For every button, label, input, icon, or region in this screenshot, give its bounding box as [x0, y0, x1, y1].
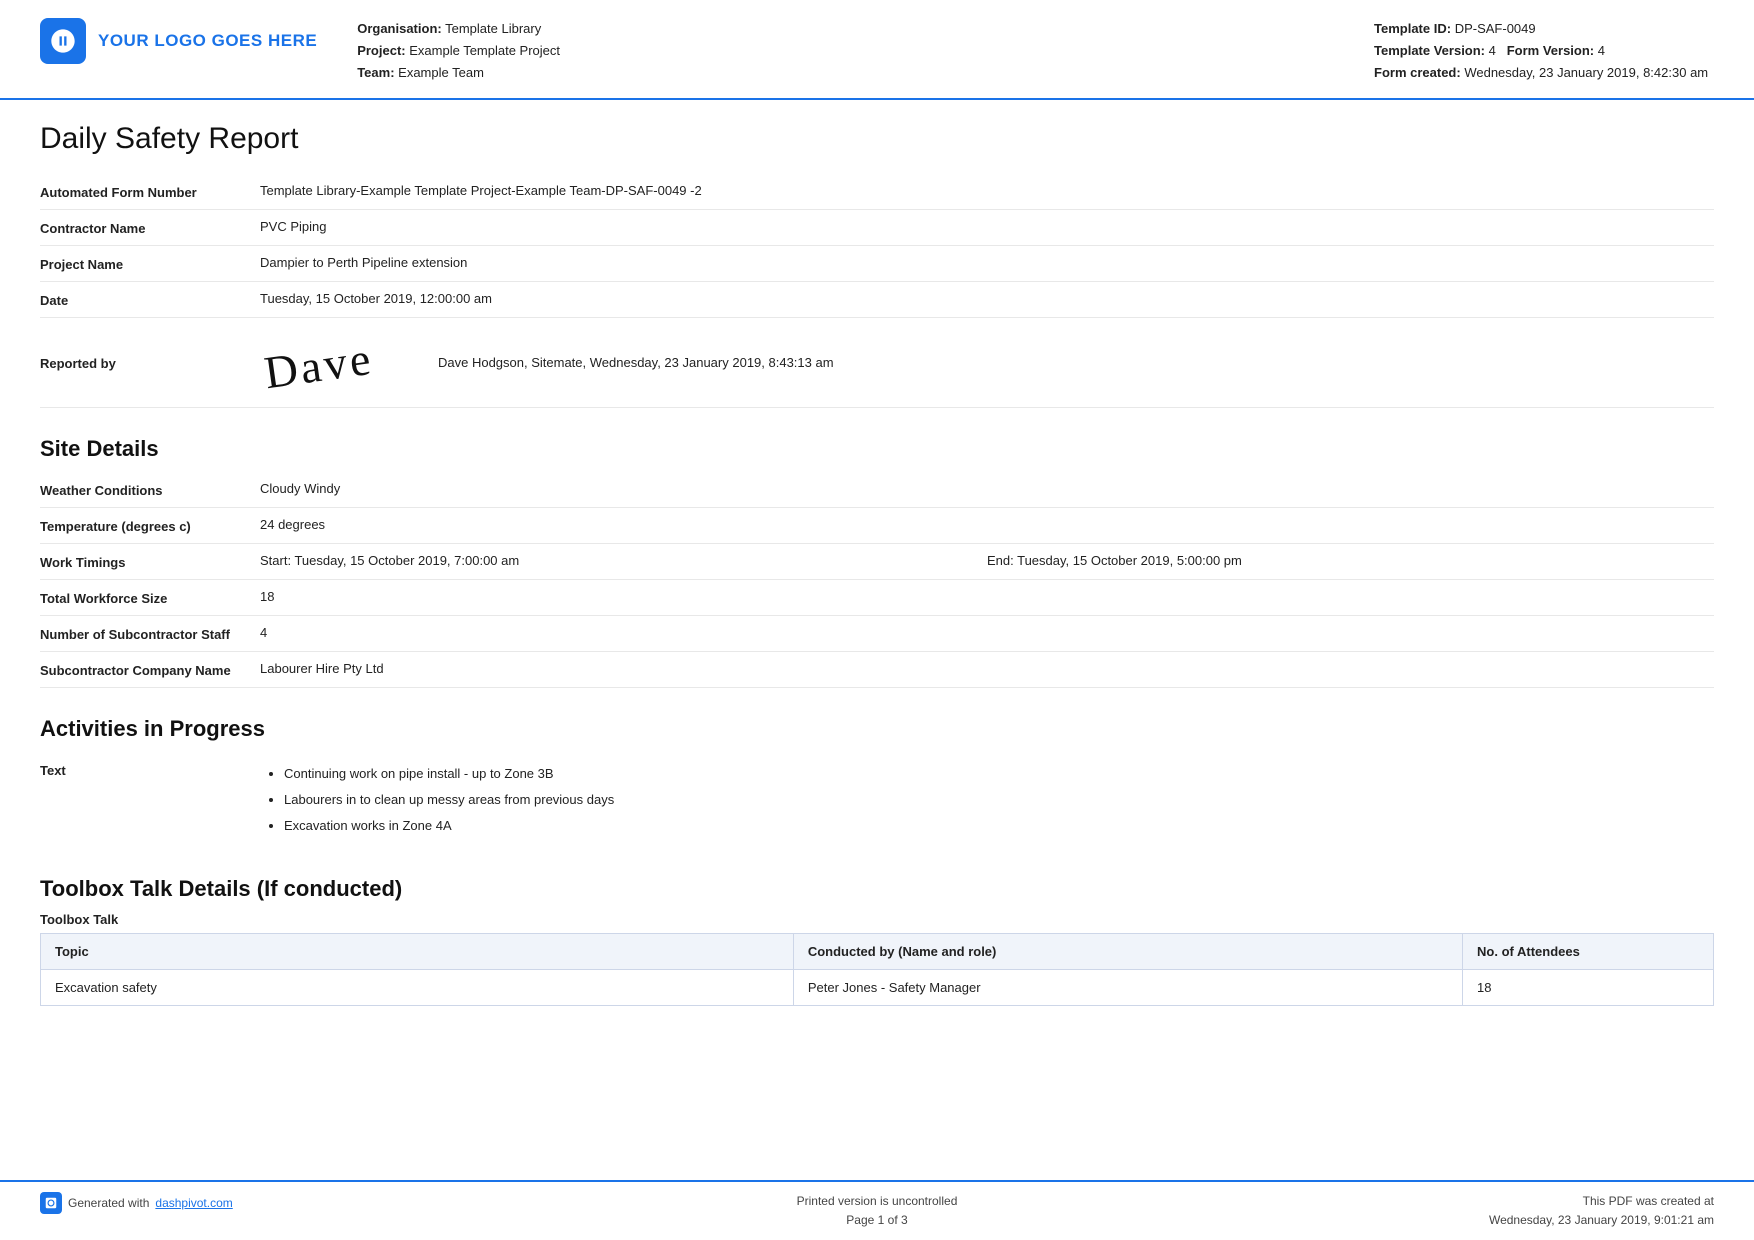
subcontractor-company-label: Subcontractor Company Name	[40, 661, 260, 678]
col-attendees: No. of Attendees	[1463, 934, 1714, 970]
reported-by-value: Dave Hodgson, Sitemate, Wednesday, 23 Ja…	[438, 355, 834, 370]
col-conducted-by: Conducted by (Name and role)	[793, 934, 1462, 970]
header-team: Team: Example Team	[357, 62, 1374, 84]
logo-icon	[40, 18, 86, 64]
subcontractor-staff-value: 4	[260, 625, 1714, 640]
work-timings-label: Work Timings	[40, 553, 260, 570]
activity-item-1: Continuing work on pipe install - up to …	[284, 761, 614, 787]
project-name-label: Project Name	[40, 255, 260, 272]
weather-label: Weather Conditions	[40, 481, 260, 498]
date-value: Tuesday, 15 October 2019, 12:00:00 am	[260, 291, 1714, 306]
total-workforce-label: Total Workforce Size	[40, 589, 260, 606]
contractor-label: Contractor Name	[40, 219, 260, 236]
footer-right: This PDF was created at Wednesday, 23 Ja…	[1156, 1192, 1714, 1230]
footer-uncontrolled: Printed version is uncontrolled	[598, 1192, 1156, 1211]
form-version-label: Form Version:	[1507, 43, 1594, 58]
activities-row: Text Continuing work on pipe install - u…	[40, 752, 1714, 848]
logo-text: YOUR LOGO GOES HERE	[98, 31, 317, 51]
footer-generated-text: Generated with	[68, 1196, 149, 1210]
template-id-label: Template ID:	[1374, 21, 1451, 36]
header-center: Organisation: Template Library Project: …	[317, 18, 1374, 84]
project-name-value: Dampier to Perth Pipeline extension	[260, 255, 1714, 270]
footer: Generated with dashpivot.com Printed ver…	[0, 1180, 1754, 1240]
project-value: Example Template Project	[409, 43, 560, 58]
work-timings-end: End: Tuesday, 15 October 2019, 5:00:00 p…	[987, 553, 1714, 568]
subcontractor-company-value: Labourer Hire Pty Ltd	[260, 661, 1714, 676]
row-conducted-by: Peter Jones - Safety Manager	[793, 970, 1462, 1006]
toolbox-table-label: Toolbox Talk	[40, 912, 1714, 927]
template-id-value: DP-SAF-0049	[1455, 21, 1536, 36]
header-organisation: Organisation: Template Library	[357, 18, 1374, 40]
row-attendees: 18	[1463, 970, 1714, 1006]
subcontractor-company-row: Subcontractor Company Name Labourer Hire…	[40, 652, 1714, 688]
form-created-label: Form created:	[1374, 65, 1461, 80]
work-timings-row: Work Timings Start: Tuesday, 15 October …	[40, 544, 1714, 580]
project-row: Project Name Dampier to Perth Pipeline e…	[40, 246, 1714, 282]
date-label: Date	[40, 291, 260, 308]
activities-title: Activities in Progress	[40, 716, 1714, 742]
form-created-value: Wednesday, 23 January 2019, 8:42:30 am	[1464, 65, 1708, 80]
footer-logo-svg	[44, 1196, 58, 1210]
work-timings-values: Start: Tuesday, 15 October 2019, 7:00:00…	[260, 553, 1714, 568]
footer-left: Generated with dashpivot.com	[40, 1192, 598, 1214]
footer-page: Page 1 of 3	[598, 1211, 1156, 1230]
footer-link[interactable]: dashpivot.com	[155, 1196, 232, 1210]
site-details-title: Site Details	[40, 436, 1714, 462]
automated-form-label: Automated Form Number	[40, 183, 260, 200]
template-version-row: Template Version: 4 Form Version: 4	[1374, 40, 1714, 62]
contractor-value: PVC Piping	[260, 219, 1714, 234]
total-workforce-value: 18	[260, 589, 1714, 604]
automated-form-row: Automated Form Number Template Library-E…	[40, 174, 1714, 210]
footer-pdf-date: Wednesday, 23 January 2019, 9:01:21 am	[1156, 1211, 1714, 1230]
team-label: Team:	[357, 65, 394, 80]
row-topic: Excavation safety	[41, 970, 794, 1006]
signature-area: Dave Dave Hodgson, Sitemate, Wednesday, …	[260, 332, 834, 393]
footer-center: Printed version is uncontrolled Page 1 o…	[598, 1192, 1156, 1230]
weather-value: Cloudy Windy	[260, 481, 1714, 496]
reported-by-row: Reported by Dave Dave Hodgson, Sitemate,…	[40, 318, 1714, 408]
content: Daily Safety Report Automated Form Numbe…	[0, 100, 1754, 1179]
automated-form-value: Template Library-Example Template Projec…	[260, 183, 1714, 198]
activities-list: Continuing work on pipe install - up to …	[260, 761, 614, 839]
reported-by-label: Reported by	[40, 354, 260, 371]
project-label: Project:	[357, 43, 405, 58]
page: YOUR LOGO GOES HERE Organisation: Templa…	[0, 0, 1754, 1240]
work-timings-start: Start: Tuesday, 15 October 2019, 7:00:00…	[260, 553, 987, 568]
signature-image: Dave	[257, 321, 424, 404]
report-title: Daily Safety Report	[40, 122, 1714, 156]
header-project: Project: Example Template Project	[357, 40, 1374, 62]
toolbox-table: Topic Conducted by (Name and role) No. o…	[40, 933, 1714, 1006]
activity-item-3: Excavation works in Zone 4A	[284, 813, 614, 839]
template-id-row: Template ID: DP-SAF-0049	[1374, 18, 1714, 40]
template-version-label: Template Version:	[1374, 43, 1485, 58]
footer-brand-icon	[40, 1192, 62, 1214]
subcontractor-staff-row: Number of Subcontractor Staff 4	[40, 616, 1714, 652]
temperature-value: 24 degrees	[260, 517, 1714, 532]
temperature-row: Temperature (degrees c) 24 degrees	[40, 508, 1714, 544]
total-workforce-row: Total Workforce Size 18	[40, 580, 1714, 616]
form-version-value: 4	[1598, 43, 1605, 58]
footer-pdf-created: This PDF was created at	[1156, 1192, 1714, 1211]
temperature-label: Temperature (degrees c)	[40, 517, 260, 534]
contractor-row: Contractor Name PVC Piping	[40, 210, 1714, 246]
header: YOUR LOGO GOES HERE Organisation: Templa…	[0, 0, 1754, 100]
organisation-label: Organisation:	[357, 21, 442, 36]
toolbox-title: Toolbox Talk Details (If conducted)	[40, 876, 1714, 902]
table-row: Excavation safety Peter Jones - Safety M…	[41, 970, 1714, 1006]
template-version-value: 4	[1489, 43, 1496, 58]
team-value: Example Team	[398, 65, 484, 80]
subcontractor-staff-label: Number of Subcontractor Staff	[40, 625, 260, 642]
logo-area: YOUR LOGO GOES HERE	[40, 18, 317, 64]
logo-svg	[49, 27, 77, 55]
form-created-row: Form created: Wednesday, 23 January 2019…	[1374, 62, 1714, 84]
table-header-row: Topic Conducted by (Name and role) No. o…	[41, 934, 1714, 970]
col-topic: Topic	[41, 934, 794, 970]
activities-text-label: Text	[40, 761, 260, 778]
organisation-value: Template Library	[445, 21, 541, 36]
weather-row: Weather Conditions Cloudy Windy	[40, 472, 1714, 508]
date-row: Date Tuesday, 15 October 2019, 12:00:00 …	[40, 282, 1714, 318]
activity-item-2: Labourers in to clean up messy areas fro…	[284, 787, 614, 813]
header-right: Template ID: DP-SAF-0049 Template Versio…	[1374, 18, 1714, 84]
